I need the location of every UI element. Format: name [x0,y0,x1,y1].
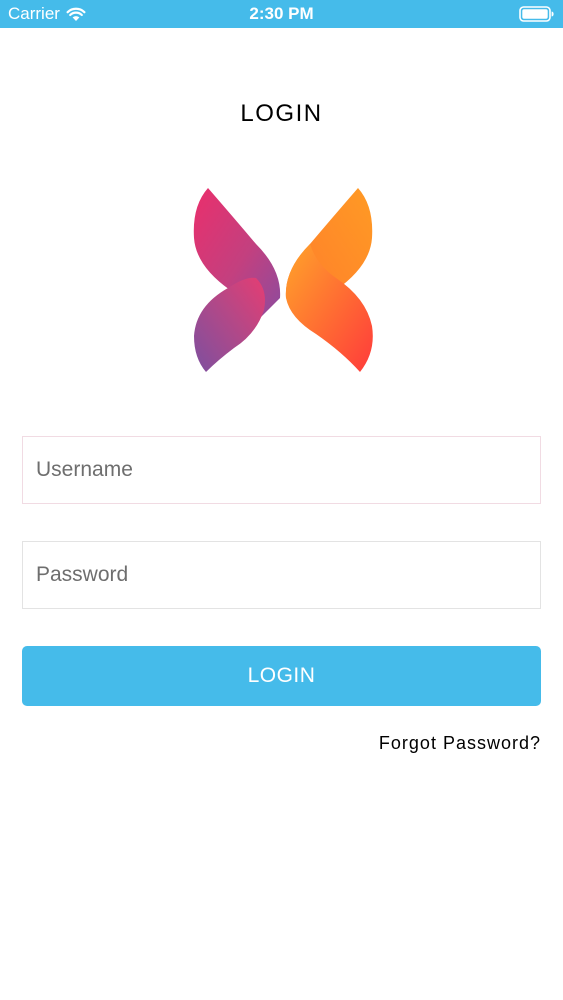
status-bar: Carrier 2:30 PM [0,0,563,28]
username-input[interactable] [22,436,541,504]
battery-full-icon [519,6,554,22]
status-time: 2:30 PM [249,4,314,23]
password-input[interactable] [22,541,541,609]
page-title: LOGIN [240,100,323,127]
forgot-password-link[interactable]: Forgot Password? [379,733,541,754]
login-button[interactable]: LOGIN [22,646,541,706]
brand-logo [193,188,373,372]
